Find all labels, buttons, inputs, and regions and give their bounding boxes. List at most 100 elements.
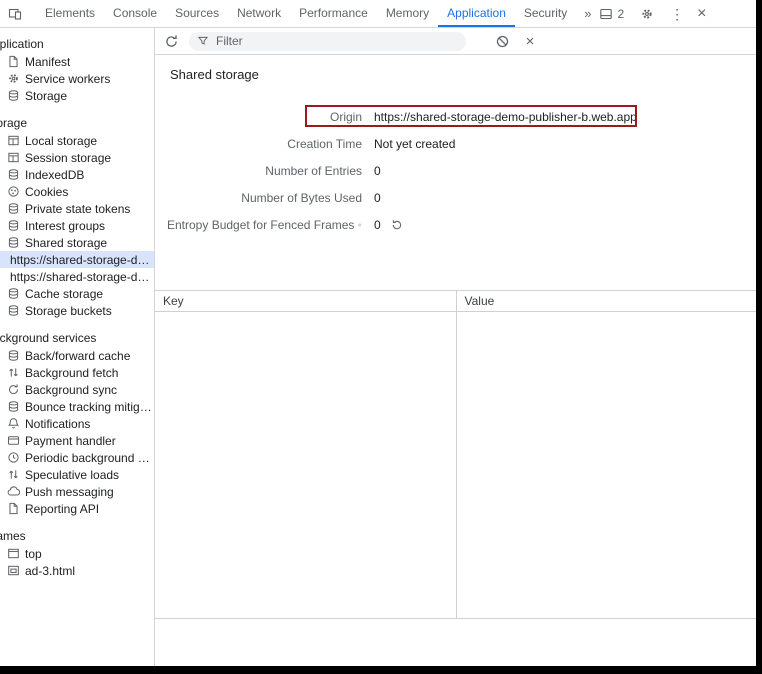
page-title: Shared storage	[170, 67, 756, 83]
tab-application[interactable]: Application	[438, 0, 515, 27]
sidebar-item-push-messaging[interactable]: Push messaging	[0, 483, 154, 500]
kebab-menu-button[interactable]: ⋮	[670, 7, 684, 21]
field-label: Origin	[167, 110, 362, 124]
block-icon	[495, 34, 510, 49]
sidebar-item-label: https://shared-storage-d…	[10, 253, 149, 267]
application-panel-sidebar: Application Manifest Service workers Sto…	[0, 28, 155, 666]
metadata-row-origin: Origin https://shared-storage-demo-publi…	[167, 103, 756, 130]
shared-storage-view: × Shared storage Origin https://shared-s…	[155, 28, 756, 666]
reset-budget-icon[interactable]	[391, 219, 403, 231]
tab-performance[interactable]: Performance	[290, 0, 377, 27]
sidebar-item-manifest[interactable]: Manifest	[0, 53, 154, 70]
sidebar-item-label: Interest groups	[25, 219, 105, 233]
metadata-row-creation-time: Creation Time Not yet created	[167, 130, 756, 157]
tab-elements[interactable]: Elements	[36, 0, 104, 27]
sidebar-item-storage[interactable]: Storage	[0, 87, 154, 104]
sidebar-item-label: ad-3.html	[25, 564, 75, 578]
delete-selected-button[interactable]: ×	[520, 31, 540, 51]
tab-label: Elements	[45, 6, 95, 20]
sidebar-item-label: Notifications	[25, 417, 90, 431]
field-value: 0	[374, 164, 756, 178]
sidebar-item-reporting-api[interactable]: Reporting API	[0, 500, 154, 517]
tab-network[interactable]: Network	[228, 0, 290, 27]
sidebar-item-label: Storage buckets	[25, 304, 112, 318]
sidebar-item-label: Background fetch	[25, 366, 118, 380]
sidebar-item-bounce-tracking-mitigations[interactable]: Bounce tracking mitiga…	[0, 398, 154, 415]
sidebar-item-label: Push messaging	[25, 485, 114, 499]
sidebar-item-label: Private state tokens	[25, 202, 130, 216]
sidebar-item-shared-storage-origin-selected[interactable]: https://shared-storage-d…	[0, 251, 154, 268]
sidebar-item-label: Reporting API	[25, 502, 99, 516]
sync-arrows-icon	[7, 383, 20, 396]
field-label: Number of Entries	[167, 164, 362, 178]
field-label-text: Entropy Budget for Fenced Frames	[167, 218, 354, 232]
sidebar-item-label: top	[25, 547, 42, 561]
sidebar-item-frame-ad3[interactable]: ad-3.html	[0, 562, 154, 579]
database-icon	[7, 349, 20, 362]
table-header-value[interactable]: Value	[456, 291, 757, 311]
metadata-row-entropy-budget: Entropy Budget for Fenced Frames 0	[167, 211, 756, 238]
metadata-row-number-of-entries: Number of Entries 0	[167, 157, 756, 184]
sidebar-item-payment-handler[interactable]: Payment handler	[0, 432, 154, 449]
sidebar-item-local-storage[interactable]: Local storage	[0, 132, 154, 149]
info-icon[interactable]	[358, 219, 362, 231]
refresh-button[interactable]	[161, 31, 181, 51]
gear-icon	[640, 7, 654, 21]
sidebar-item-service-workers[interactable]: Service workers	[0, 70, 154, 87]
delete-all-button[interactable]	[492, 31, 512, 51]
sidebar-item-back-forward-cache[interactable]: Back/forward cache	[0, 347, 154, 364]
more-tabs-button[interactable]: »	[576, 0, 599, 27]
tab-security[interactable]: Security	[515, 0, 576, 27]
console-messages-button[interactable]: 2	[599, 7, 624, 21]
devtools-window: Elements Console Sources Network Perform…	[0, 0, 756, 666]
sidebar-item-speculative-loads[interactable]: Speculative loads	[0, 466, 154, 483]
sidebar-item-frame-top[interactable]: top	[0, 545, 154, 562]
sidebar-item-label: Storage	[25, 89, 67, 103]
sidebar-item-background-sync[interactable]: Background sync	[0, 381, 154, 398]
field-value: Not yet created	[374, 137, 756, 151]
sidebar-item-shared-storage-origin[interactable]: https://shared-storage-d…	[0, 268, 154, 285]
sidebar-item-cache-storage[interactable]: Cache storage	[0, 285, 154, 302]
console-messages-count: 2	[617, 7, 624, 21]
settings-button[interactable]	[637, 4, 657, 24]
sidebar-item-cookies[interactable]: Cookies	[0, 183, 154, 200]
database-icon	[7, 219, 20, 232]
sidebar-item-periodic-background-sync[interactable]: Periodic background s…	[0, 449, 154, 466]
field-value: https://shared-storage-demo-publisher-b.…	[374, 110, 756, 124]
table-body-empty[interactable]	[155, 312, 756, 619]
bell-icon	[7, 417, 20, 430]
table-column-divider	[456, 312, 457, 618]
sidebar-item-label: Shared storage	[25, 236, 107, 250]
sidebar-item-background-fetch[interactable]: Background fetch	[0, 364, 154, 381]
field-label: Entropy Budget for Fenced Frames	[167, 218, 362, 232]
sidebar-item-indexeddb[interactable]: IndexedDB	[0, 166, 154, 183]
console-drawer-icon	[599, 7, 613, 21]
sidebar-section-background-services: Background services	[0, 329, 154, 347]
toggle-device-toolbar-button[interactable]	[5, 4, 25, 24]
filter-input-container[interactable]	[189, 32, 466, 51]
sidebar-item-label: Payment handler	[25, 434, 116, 448]
tab-console[interactable]: Console	[104, 0, 166, 27]
sidebar-item-session-storage[interactable]: Session storage	[0, 149, 154, 166]
filter-input[interactable]	[214, 33, 434, 49]
sidebar-item-label: Cache storage	[25, 287, 103, 301]
sidebar-item-storage-buckets[interactable]: Storage buckets	[0, 302, 154, 319]
tab-memory[interactable]: Memory	[377, 0, 438, 27]
tab-label: Memory	[386, 6, 429, 20]
sidebar-item-interest-groups[interactable]: Interest groups	[0, 217, 154, 234]
database-icon	[7, 236, 20, 249]
sidebar-item-notifications[interactable]: Notifications	[0, 415, 154, 432]
sidebar-item-shared-storage[interactable]: Shared storage	[0, 234, 154, 251]
table-icon	[7, 151, 20, 164]
sidebar-item-label: Background sync	[25, 383, 117, 397]
field-value: 0	[374, 218, 756, 232]
table-header-key[interactable]: Key	[155, 291, 456, 311]
cookie-icon	[7, 185, 20, 198]
devtools-body: Application Manifest Service workers Sto…	[0, 28, 756, 666]
tab-sources[interactable]: Sources	[166, 0, 228, 27]
table-header-row: Key Value	[155, 291, 756, 312]
sidebar-item-private-state-tokens[interactable]: Private state tokens	[0, 200, 154, 217]
close-devtools-button[interactable]: ×	[697, 6, 706, 22]
shared-storage-toolbar: ×	[155, 28, 756, 55]
sidebar-section-storage: Storage	[0, 114, 154, 132]
